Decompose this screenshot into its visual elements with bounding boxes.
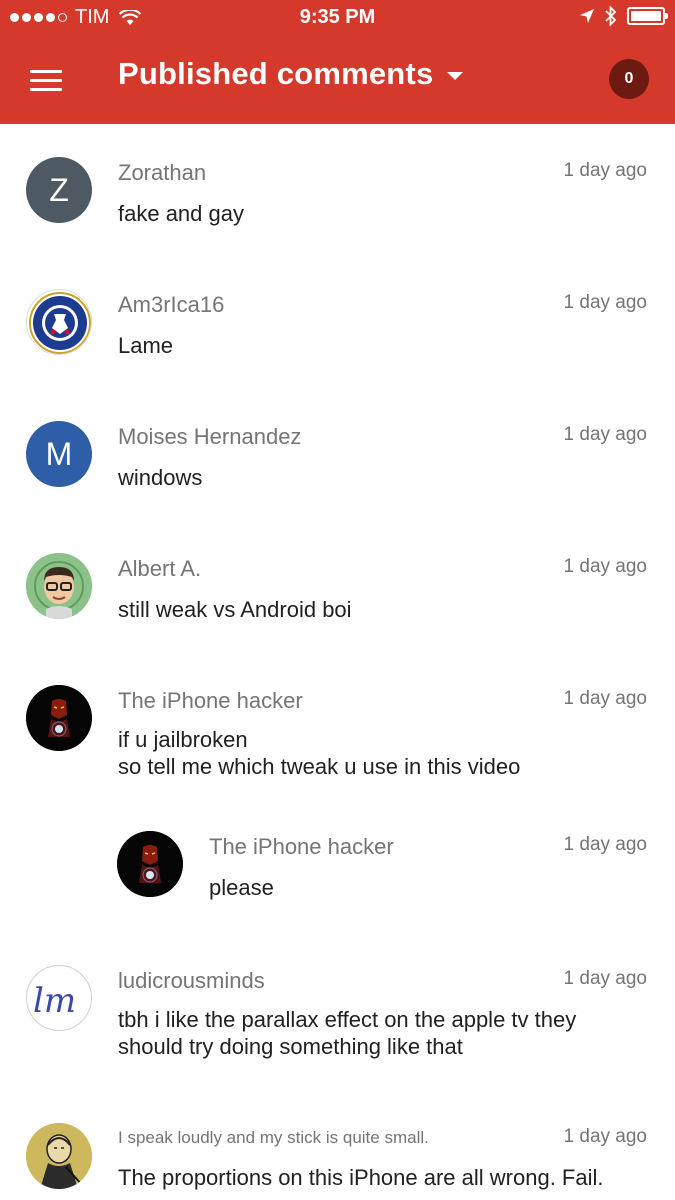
comment-item[interactable]: Z Zorathan 1 day ago fake and gay <box>0 154 675 274</box>
cartoon-face-icon <box>26 553 92 619</box>
avatar[interactable]: lm <box>26 965 92 1031</box>
iron-man-icon <box>117 831 183 897</box>
comment-time: 1 day ago <box>563 424 647 445</box>
comment-text: fake and gay <box>118 201 244 226</box>
top-bar: TIM 9:35 PM Published comments 0 <box>0 0 675 124</box>
comment-author[interactable]: Zorathan <box>118 160 206 186</box>
comment-list: Z Zorathan 1 day ago fake and gay Am3rIc… <box>0 124 675 1200</box>
comment-text: please <box>209 875 274 900</box>
comment-time: 1 day ago <box>563 688 647 709</box>
comment-time: 1 day ago <box>563 968 647 989</box>
avatar[interactable] <box>26 289 92 355</box>
svg-text:lm: lm <box>33 981 76 1021</box>
comment-text: Lame <box>118 333 174 358</box>
comment-author[interactable]: The iPhone hacker <box>118 688 303 714</box>
comment-text: tbh i like the parallax effect on the ap… <box>118 1007 577 1059</box>
avatar[interactable] <box>117 831 183 897</box>
battery-icon <box>627 7 668 25</box>
comment-author[interactable]: Am3rIca16 <box>118 292 224 318</box>
sketch-portrait-icon <box>26 1123 92 1189</box>
avatar[interactable]: Z <box>26 157 92 223</box>
avatar[interactable] <box>26 553 92 619</box>
avatar[interactable]: M <box>26 421 92 487</box>
app-bar: Published comments 0 <box>0 36 675 124</box>
reply-item[interactable]: The iPhone hacker 1 day ago please <box>0 828 675 948</box>
comment-author[interactable]: Albert A. <box>118 556 201 582</box>
chelsea-crest-icon <box>29 292 91 354</box>
notification-count-badge[interactable]: 0 <box>609 59 649 99</box>
comment-item[interactable]: Am3rIca16 1 day ago Lame <box>0 286 675 406</box>
comment-item[interactable]: The iPhone hacker 1 day ago if u jailbro… <box>0 682 675 822</box>
comment-author[interactable]: I speak loudly and my stick is quite sma… <box>118 1128 429 1148</box>
comment-item[interactable]: I speak loudly and my stick is quite sma… <box>0 1120 675 1200</box>
comment-author[interactable]: Moises Hernandez <box>118 424 301 450</box>
comment-item[interactable]: M Moises Hernandez 1 day ago windows <box>0 418 675 538</box>
comment-author[interactable]: The iPhone hacker <box>209 834 394 860</box>
comment-item[interactable]: Albert A. 1 day ago still weak vs Androi… <box>0 550 675 670</box>
iron-man-icon <box>26 685 92 751</box>
status-bar: TIM 9:35 PM <box>0 0 675 36</box>
comment-time: 1 day ago <box>563 292 647 313</box>
page-title: Published comments <box>118 56 434 91</box>
comment-text: The proportions on this iPhone are all w… <box>118 1165 604 1190</box>
comment-author[interactable]: ludicrousminds <box>118 968 265 994</box>
avatar[interactable] <box>26 685 92 751</box>
location-arrow-icon <box>580 9 594 23</box>
comment-text: still weak vs Android boi <box>118 597 352 622</box>
comment-time: 1 day ago <box>563 160 647 181</box>
comment-time: 1 day ago <box>563 556 647 577</box>
avatar[interactable] <box>26 1123 92 1189</box>
comment-item[interactable]: lm ludicrousminds 1 day ago tbh i like t… <box>0 962 675 1102</box>
comment-time: 1 day ago <box>563 1126 647 1147</box>
lm-logo-icon: lm <box>28 967 91 1030</box>
hamburger-menu-icon[interactable] <box>22 58 70 102</box>
comment-time: 1 day ago <box>563 834 647 855</box>
comments-filter-dropdown[interactable]: Published comments <box>118 56 464 92</box>
comment-text: if u jailbroken so tell me which tweak u… <box>118 727 521 779</box>
status-time: 9:35 PM <box>299 6 376 28</box>
bluetooth-icon <box>605 6 617 26</box>
comment-text: windows <box>118 465 203 490</box>
dropdown-caret-icon <box>447 72 464 80</box>
status-right <box>579 6 668 26</box>
